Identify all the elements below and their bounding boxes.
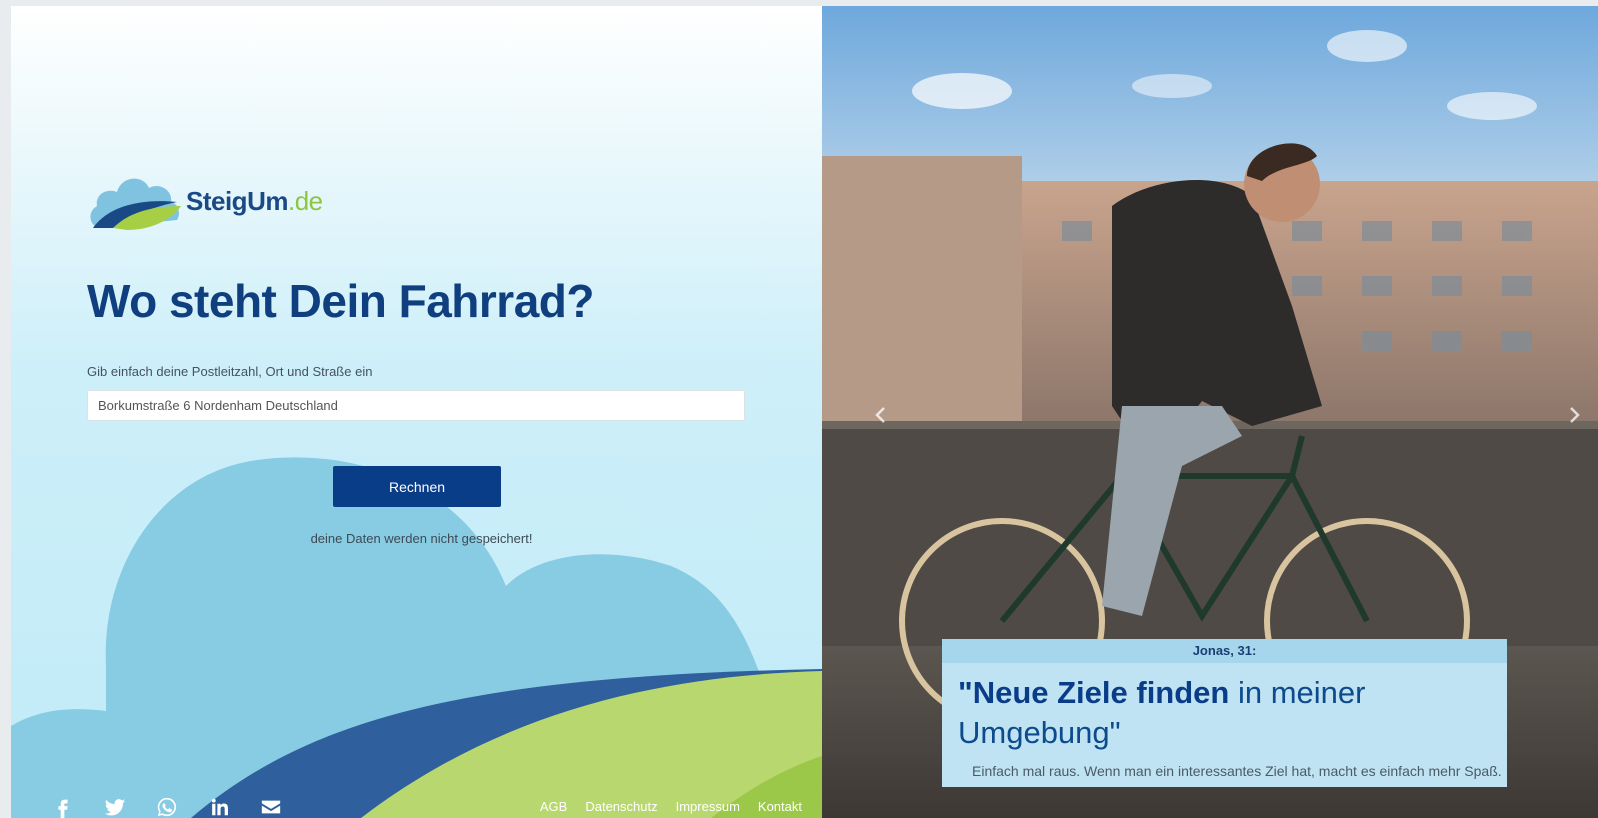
calculator-panel: SteigUm.de Wo steht Dein Fahrrad? Gib ei… xyxy=(11,6,822,818)
privacy-note-text: deine Daten werden nicht gespeichert! xyxy=(310,531,533,546)
chevron-right-icon[interactable] xyxy=(1565,404,1583,426)
address-input[interactable] xyxy=(87,390,745,421)
testimonial-carousel: Jonas, 31: "Neue Ziele finden in meiner … xyxy=(822,6,1598,818)
testimonial-card: Jonas, 31: "Neue Ziele finden in meiner … xyxy=(942,639,1507,787)
chevron-left-icon[interactable] xyxy=(872,404,890,426)
twitter-icon[interactable] xyxy=(89,794,141,818)
footer-link-datenschutz[interactable]: Datenschutz xyxy=(585,799,657,814)
whatsapp-icon[interactable] xyxy=(141,794,193,818)
cloud-leaf-logo-icon xyxy=(90,178,181,230)
testimonial-subtext: Einfach mal raus. Wenn man ein interessa… xyxy=(972,763,1502,779)
facebook-icon[interactable] xyxy=(37,794,89,818)
footer-link-kontakt[interactable]: Kontakt xyxy=(758,799,802,814)
testimonial-quote-bold: "Neue Ziele finden xyxy=(958,675,1230,710)
mail-icon[interactable] xyxy=(245,794,297,818)
page-frame: SteigUm.de Wo steht Dein Fahrrad? Gib ei… xyxy=(11,6,1598,818)
page-title: Wo steht Dein Fahrrad? xyxy=(87,275,594,327)
calculate-button[interactable]: Rechnen xyxy=(333,466,501,507)
footer-link-impressum[interactable]: Impressum xyxy=(676,799,740,814)
logo-brand-text: SteigUm xyxy=(186,185,288,216)
address-hint: Gib einfach deine Postleitzahl, Ort und … xyxy=(87,364,373,379)
logo-wordmark: SteigUm.de xyxy=(186,186,323,217)
steigum-logo[interactable]: SteigUm.de xyxy=(87,170,323,232)
footer-link-agb[interactable]: AGB xyxy=(540,799,567,814)
testimonial-author: Jonas, 31: xyxy=(942,639,1507,663)
logo-tld-text: .de xyxy=(287,185,323,216)
privacy-note: deine Daten werden nicht gespeichert! xyxy=(11,531,822,546)
linkedin-icon[interactable] xyxy=(193,794,245,818)
footer-nav: AGB Datenschutz Impressum Kontakt xyxy=(540,799,802,814)
testimonial-quote: "Neue Ziele finden in meiner Umgebung" xyxy=(942,663,1507,753)
social-links xyxy=(37,794,297,818)
